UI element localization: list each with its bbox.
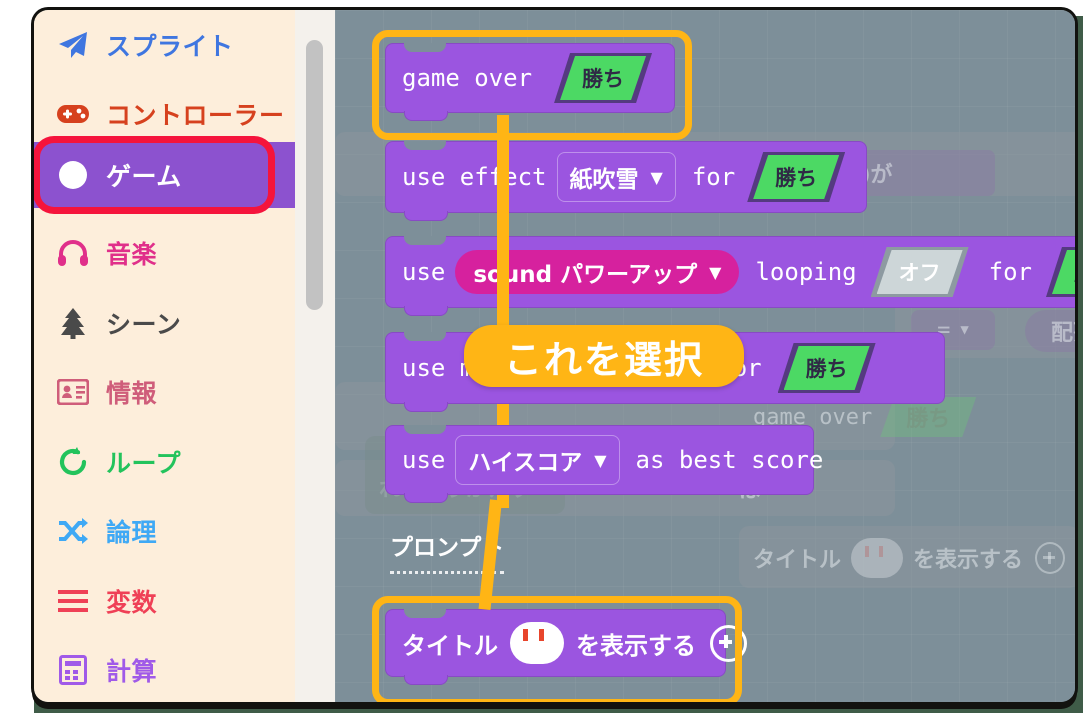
block-notch xyxy=(404,609,446,618)
bool-value[interactable]: 勝ち xyxy=(753,155,839,199)
block-notch xyxy=(404,402,448,412)
block-label: for xyxy=(988,258,1032,286)
toolbox-sidebar[interactable]: スプライト コントローラー 音楽 シーン 情報 ループ 論理 変数 計算 xyxy=(34,10,295,702)
refresh-icon xyxy=(56,445,90,479)
sidebar-item-variables[interactable]: 変数 xyxy=(34,566,295,636)
sidebar-item-label: 音楽 xyxy=(106,240,158,270)
block-label: game over xyxy=(402,64,533,92)
bool-slot-looping[interactable]: オフ xyxy=(871,247,969,297)
chevron-down-icon: ▼ xyxy=(709,262,722,282)
tree-icon xyxy=(56,306,90,340)
bool-value[interactable]: オフ xyxy=(877,250,963,294)
block-notch xyxy=(404,111,448,121)
chevron-down-icon: ▼ xyxy=(594,450,607,470)
editor-frame: Player タイプ)が = ▼ 配列 game over 勝ち ば タイトル … xyxy=(34,10,1075,702)
flyout-block-game-over[interactable]: game over 勝ち xyxy=(385,43,675,121)
bars-icon xyxy=(56,584,90,618)
flyout-block-use-effect[interactable]: use effect 紙吹雪 ▼ for 勝ち xyxy=(385,141,867,221)
block-notch xyxy=(404,675,448,685)
circle-icon xyxy=(56,158,90,192)
sidebar-item-controller[interactable]: コントローラー xyxy=(34,80,295,150)
sidebar-item-label: 変数 xyxy=(106,587,158,617)
bool-slot[interactable]: 勝ち xyxy=(1046,247,1075,297)
sidebar-item-label: シーン xyxy=(106,309,182,339)
block-notch xyxy=(404,425,446,434)
sidebar-item-game[interactable]: ゲーム xyxy=(40,143,268,207)
flyout-scrollbar-thumb[interactable] xyxy=(306,40,323,310)
dropdown-score-source[interactable]: ハイスコア ▼ xyxy=(455,435,620,485)
dropdown-value: 紙吹雪 xyxy=(569,167,639,193)
block-label: use xyxy=(402,258,446,286)
sidebar-item-math[interactable]: 計算 xyxy=(34,636,295,703)
id-card-icon xyxy=(56,375,90,409)
sidebar-item-music[interactable]: 音楽 xyxy=(34,219,295,289)
flyout-block-use-sound[interactable]: use sound パワーアップ ▼ looping オフ for 勝ち xyxy=(385,236,1075,316)
dropdown-value: ハイスコア xyxy=(468,450,583,476)
block-notch xyxy=(404,236,446,245)
bool-value[interactable]: 勝ち xyxy=(560,56,646,100)
sidebar-item-sprite[interactable]: スプライト xyxy=(34,10,295,80)
bool-value[interactable]: 勝ち xyxy=(784,346,870,390)
headphones-icon xyxy=(56,236,90,270)
sidebar-item-label: 情報 xyxy=(106,379,158,409)
dropdown-effect[interactable]: 紙吹雪 ▼ xyxy=(556,152,676,202)
text-input-oval[interactable] xyxy=(592,699,646,702)
flyout-block-show-title[interactable]: タイトル を表示する xyxy=(385,609,747,685)
sidebar-item-scene[interactable]: シーン xyxy=(34,288,295,358)
sidebar-item-label: コントローラー xyxy=(106,101,285,131)
sidebar-item-info[interactable]: 情報 xyxy=(34,358,295,428)
block-label: as best score xyxy=(635,446,824,474)
sidebar-item-label: ゲーム xyxy=(106,162,182,191)
block-label: タイトル xyxy=(402,631,498,660)
backdrop-white-left xyxy=(0,0,34,713)
flyout-block-best-score[interactable]: use ハイスコア ▼ as best score xyxy=(385,425,823,503)
block-label: looping xyxy=(755,258,857,286)
sidebar-item-label: スプライト xyxy=(106,31,234,61)
sidebar-item-logic[interactable]: 論理 xyxy=(34,497,295,567)
bool-value[interactable]: 勝ち xyxy=(1052,250,1075,294)
sidebar-item-loops[interactable]: ループ xyxy=(34,427,295,497)
block-notch xyxy=(404,306,448,316)
callout-select-this: これを選択 xyxy=(464,325,744,387)
bool-slot[interactable]: 勝ち xyxy=(747,152,845,202)
bool-slot[interactable]: 勝ち xyxy=(778,343,876,393)
bool-slot[interactable]: 勝ち xyxy=(554,53,652,103)
sidebar-item-label: ループ xyxy=(106,448,182,478)
sidebar-item-label: 計算 xyxy=(106,657,158,687)
block-notch xyxy=(404,141,446,150)
text-input-oval[interactable] xyxy=(510,622,564,664)
gamepad-icon xyxy=(56,97,90,131)
calculator-icon xyxy=(56,653,90,687)
paper-plane-icon xyxy=(56,28,90,62)
block-label: for xyxy=(691,163,736,191)
block-notch xyxy=(404,43,446,52)
block-notch xyxy=(404,493,448,503)
chevron-down-icon: ▼ xyxy=(650,167,663,187)
shuffle-icon xyxy=(56,514,90,548)
plus-circle-icon[interactable] xyxy=(710,624,747,662)
block-notch xyxy=(404,211,448,221)
block-label: use effect xyxy=(402,163,547,191)
block-notch xyxy=(404,332,446,341)
block-label: を表示する xyxy=(576,631,696,660)
block-label: use xyxy=(402,446,446,474)
sidebar-item-label: 論理 xyxy=(106,518,158,548)
flyout-block-partial[interactable] xyxy=(385,699,675,702)
